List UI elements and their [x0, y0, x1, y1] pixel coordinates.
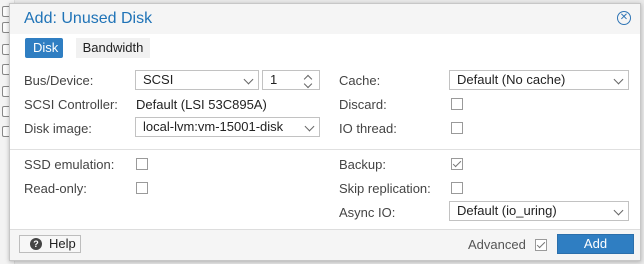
discard-checkbox[interactable] — [451, 98, 463, 110]
dialog-titlebar: Add: Unused Disk ✕ — [10, 4, 640, 34]
cache-select[interactable]: Default (No cache) — [449, 70, 629, 90]
cache-label: Cache: — [339, 73, 381, 88]
tab-bandwidth[interactable]: Bandwidth — [76, 38, 150, 58]
disk-image-select[interactable]: local-lvm:vm-15001-disk — [135, 117, 320, 137]
disk-image-select-value: local-lvm:vm-15001-disk — [143, 119, 284, 134]
skip-replication-label: Skip replication: — [339, 181, 431, 196]
section-divider — [10, 149, 640, 150]
chevron-down-icon — [304, 121, 315, 132]
io-thread-label: IO thread: — [339, 121, 397, 136]
help-button[interactable]: ? Help — [19, 235, 81, 253]
add-unused-disk-dialog: Add: Unused Disk ✕ Disk Bandwidth Bus/De… — [9, 3, 641, 261]
scsi-controller-value: Default (LSI 53C895A) — [136, 97, 267, 112]
bus-device-label: Bus/Device: — [24, 73, 94, 88]
backup-label: Backup: — [339, 157, 386, 172]
read-only-checkbox[interactable] — [136, 182, 148, 194]
discard-label: Discard: — [339, 97, 387, 112]
async-io-select[interactable]: Default (io_uring) — [449, 201, 629, 221]
bus-select[interactable]: SCSI — [135, 70, 259, 90]
chevron-down-icon — [613, 74, 624, 85]
bus-select-value: SCSI — [143, 72, 174, 87]
async-io-label: Async IO: — [339, 205, 396, 220]
tab-disk[interactable]: Disk — [25, 38, 63, 58]
advanced-checkbox[interactable] — [535, 239, 547, 251]
ssd-emulation-checkbox[interactable] — [136, 158, 148, 170]
scsi-controller-label: SCSI Controller: — [24, 97, 118, 112]
io-thread-checkbox[interactable] — [451, 122, 463, 134]
skip-replication-checkbox[interactable] — [451, 182, 463, 194]
question-icon: ? — [30, 238, 42, 250]
ssd-emulation-label: SSD emulation: — [24, 157, 115, 172]
dialog-title: Add: Unused Disk — [24, 10, 153, 27]
read-only-label: Read-only: — [24, 181, 87, 196]
close-icon[interactable]: ✕ — [617, 11, 631, 25]
cache-select-value: Default (No cache) — [457, 72, 566, 87]
dialog-footer: ? Help Advanced Add — [10, 229, 640, 260]
spin-down-icon[interactable] — [303, 79, 313, 89]
disk-image-label: Disk image: — [24, 121, 92, 136]
advanced-label: Advanced — [468, 237, 526, 252]
device-number-spinner[interactable]: 1 — [262, 70, 320, 90]
device-number-value: 1 — [270, 72, 278, 87]
chevron-down-icon — [243, 74, 254, 85]
help-button-label: Help — [49, 236, 76, 251]
add-button[interactable]: Add — [557, 234, 634, 254]
async-io-select-value: Default (io_uring) — [457, 203, 557, 218]
chevron-down-icon — [613, 205, 624, 216]
backup-checkbox[interactable] — [451, 158, 463, 170]
